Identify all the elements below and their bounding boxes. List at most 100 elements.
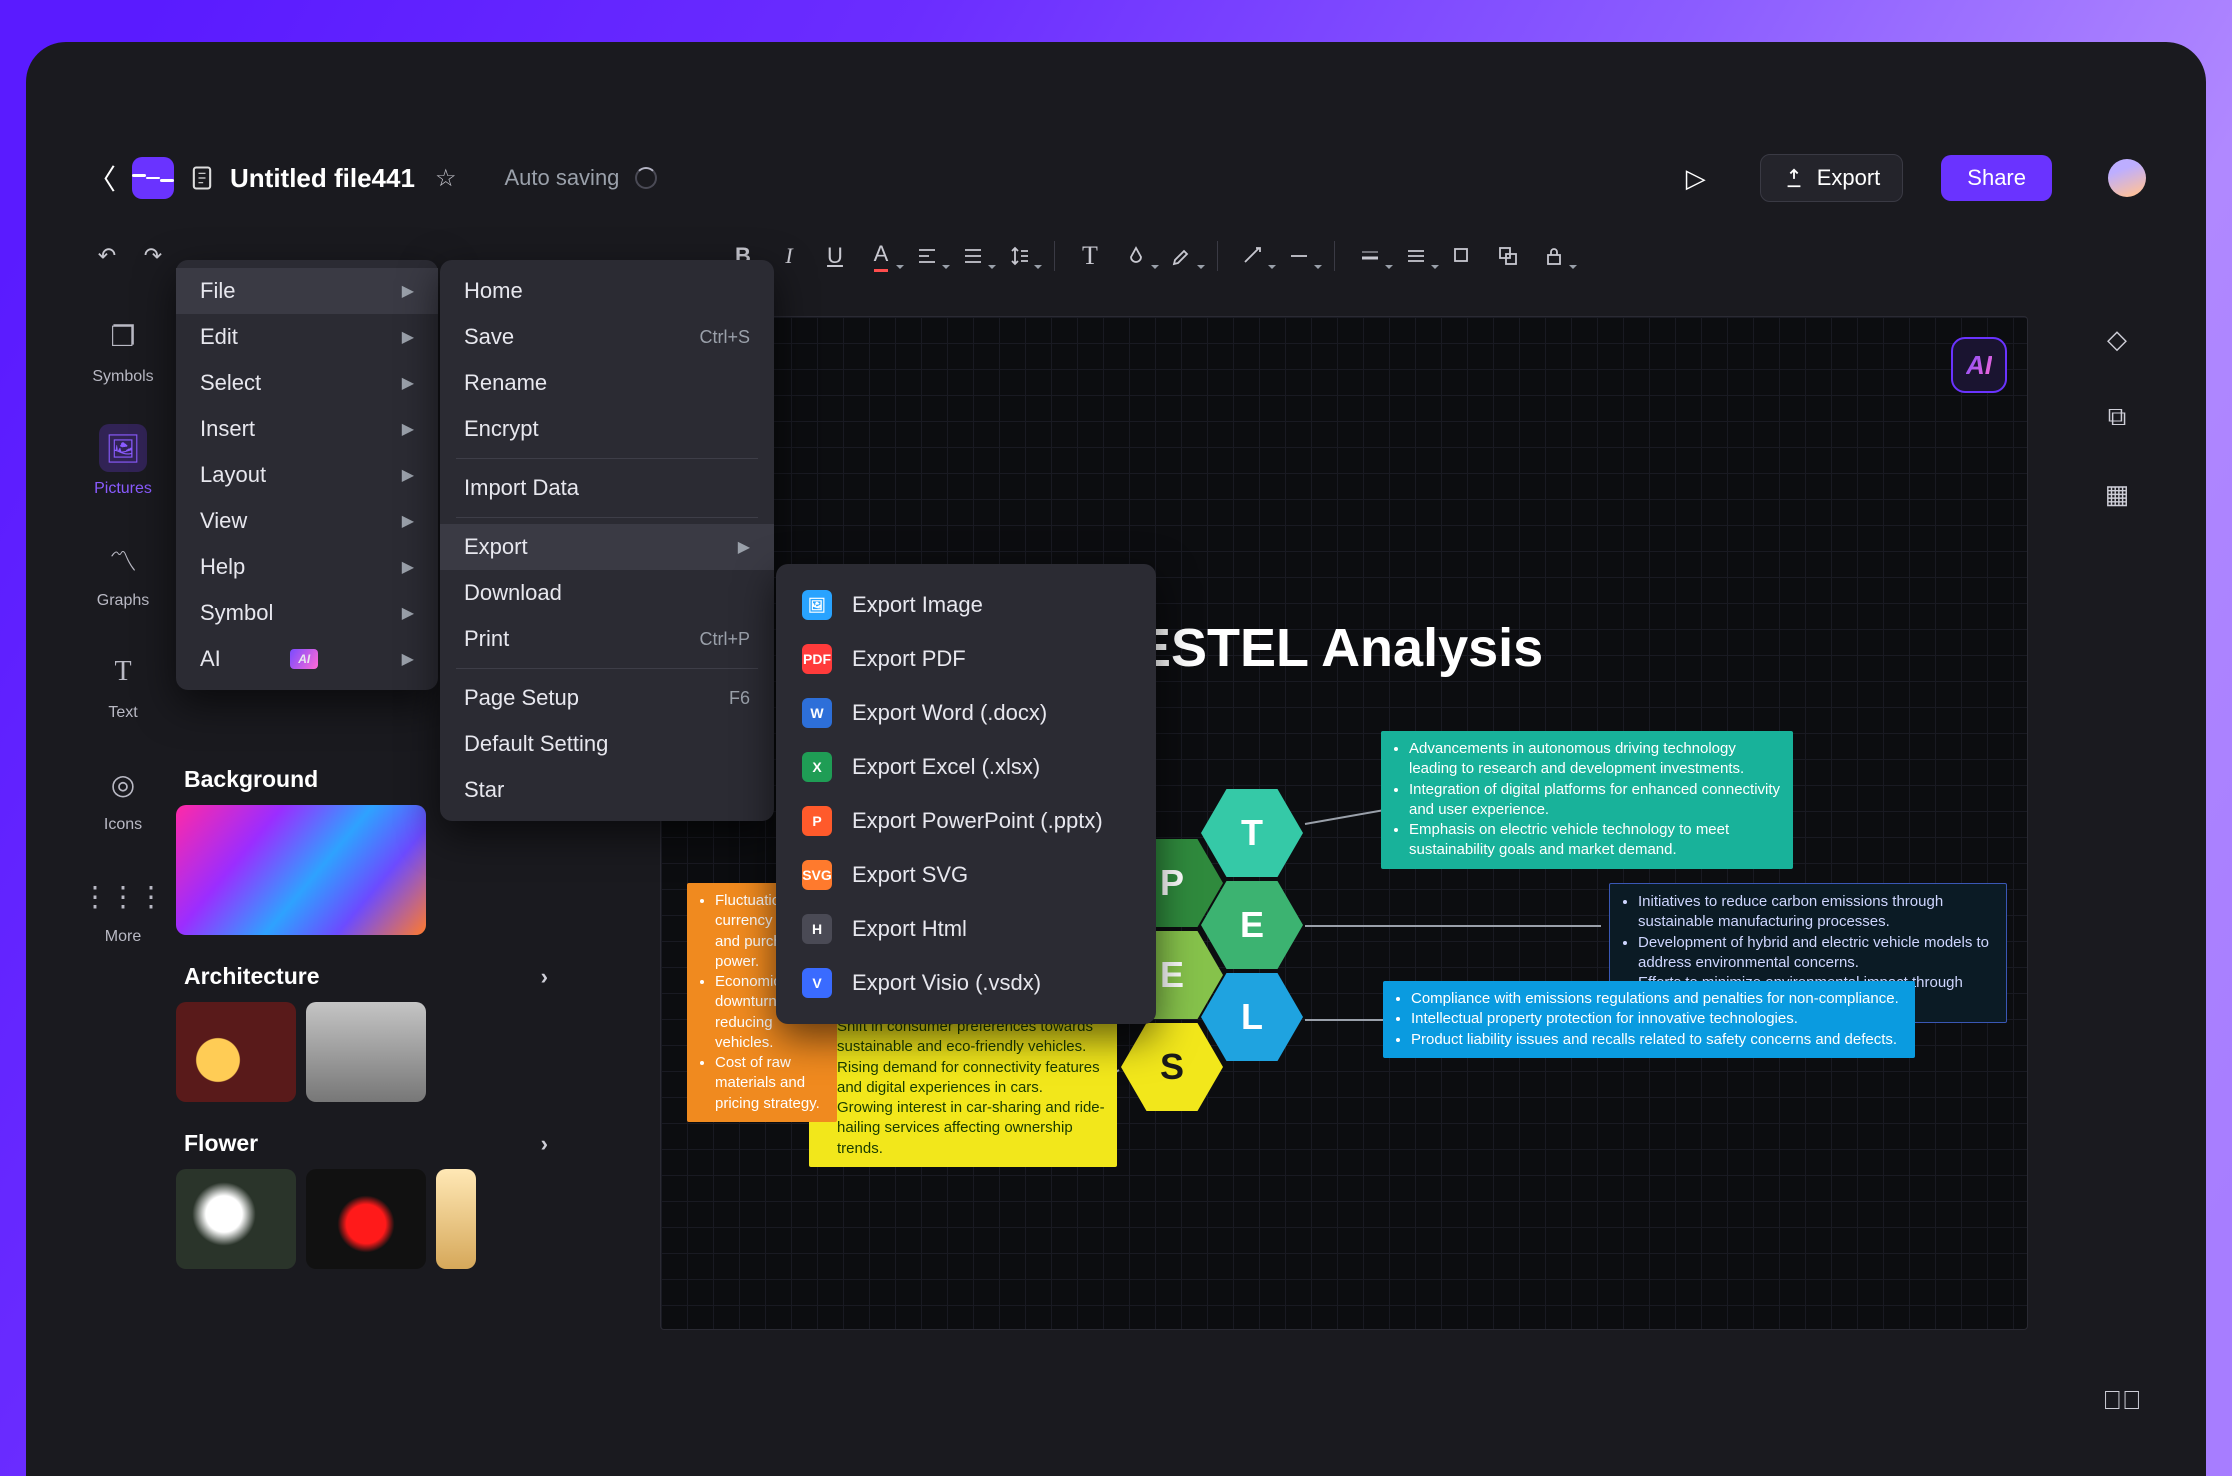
- list-item: Advancements in autonomous driving techn…: [1409, 739, 1781, 780]
- menu-item-select[interactable]: Select▶: [176, 360, 438, 406]
- menu-item-print[interactable]: PrintCtrl+P: [440, 616, 774, 662]
- copy-format-button[interactable]: [1441, 235, 1483, 277]
- favorite-button[interactable]: ☆: [435, 164, 457, 193]
- menu-item-label: Rename: [464, 370, 547, 396]
- menu-item-export-powerpoint-pptx-[interactable]: PExport PowerPoint (.pptx): [776, 794, 1156, 848]
- image-thumbnail[interactable]: [176, 1169, 296, 1269]
- sidebar-item-icons[interactable]: ◎ Icons: [99, 760, 147, 834]
- menu-item-rename[interactable]: Rename: [440, 360, 774, 406]
- image-thumbnail[interactable]: [176, 1002, 296, 1102]
- menu-item-label: File: [200, 278, 235, 304]
- user-avatar[interactable]: [2108, 159, 2146, 197]
- menu-item-default-setting[interactable]: Default Setting: [440, 721, 774, 767]
- sidebar-item-text[interactable]: T Text: [99, 648, 147, 722]
- menu-item-download[interactable]: Download: [440, 570, 774, 616]
- back-button[interactable]: 〈: [86, 162, 118, 194]
- align-h-button[interactable]: [906, 235, 948, 277]
- hex-technological[interactable]: T: [1201, 789, 1303, 877]
- sidebar-item-symbols[interactable]: ❐ Symbols: [92, 312, 153, 386]
- chevron-right-icon[interactable]: ›: [541, 1131, 548, 1157]
- note-legal[interactable]: Compliance with emissions regulations an…: [1383, 981, 1915, 1058]
- align-v-button[interactable]: [952, 235, 994, 277]
- image-thumbnail[interactable]: [306, 1169, 426, 1269]
- menu-item-file[interactable]: File▶: [176, 268, 438, 314]
- menu-item-export-image[interactable]: 🖼 Export Image: [776, 578, 1156, 632]
- lock-button[interactable]: [1533, 235, 1575, 277]
- chevron-right-icon: ▶: [402, 373, 414, 393]
- export-button[interactable]: Export: [1760, 154, 1904, 202]
- top-bar: 〈 Untitled file441 ☆ Auto saving ▷ Expor…: [86, 152, 2146, 204]
- main-menu-button[interactable]: [132, 157, 174, 199]
- section-title: Architecture: [184, 963, 319, 990]
- menu-item-star[interactable]: Star: [440, 767, 774, 813]
- duplicate-button[interactable]: [1487, 235, 1529, 277]
- img-file-icon: 🖼: [802, 590, 832, 620]
- menu-item-label: Insert: [200, 416, 255, 442]
- menu-item-label: Default Setting: [464, 731, 608, 757]
- menu-item-export[interactable]: Export▶: [440, 524, 774, 570]
- menu-item-label: Download: [464, 580, 562, 606]
- image-thumbnail[interactable]: [176, 805, 426, 935]
- menu-item-label: Export Image: [852, 592, 983, 618]
- menu-item-home[interactable]: Home: [440, 268, 774, 314]
- left-sidebar: ❐ Symbols 🖼 Pictures 〽 Graphs T Text ◎ I…: [86, 312, 160, 946]
- sidebar-item-more[interactable]: ⋮⋮⋮ More: [99, 872, 147, 946]
- menu-item-import-data[interactable]: Import Data: [440, 465, 774, 511]
- apps-panel-button[interactable]: ▦: [2105, 479, 2130, 510]
- autosave-status: Auto saving: [504, 165, 657, 191]
- line-spacing-button[interactable]: [998, 235, 1040, 277]
- share-button[interactable]: Share: [1941, 155, 2052, 201]
- menu-item-export-word-docx-[interactable]: WExport Word (.docx): [776, 686, 1156, 740]
- diagram-title[interactable]: PESTEL Analysis: [1099, 617, 1543, 679]
- menu-item-export-svg[interactable]: SVGExport SVG: [776, 848, 1156, 902]
- menu-item-encrypt[interactable]: Encrypt: [440, 406, 774, 452]
- sidebar-item-graphs[interactable]: 〽 Graphs: [97, 536, 149, 610]
- undo-button[interactable]: ↶: [86, 235, 128, 277]
- underline-button[interactable]: U: [814, 235, 856, 277]
- line-weight-button[interactable]: [1395, 235, 1437, 277]
- chevron-right-icon: ▶: [402, 649, 414, 669]
- layers-button[interactable]: ☰⃝: [2100, 1378, 2144, 1422]
- menu-item-export-excel-xlsx-[interactable]: XExport Excel (.xlsx): [776, 740, 1156, 794]
- text-tool-button[interactable]: T: [1069, 235, 1111, 277]
- note-social[interactable]: Shift in consumer preferences towards su…: [809, 1009, 1117, 1167]
- grid-icon: ⋮⋮⋮: [99, 872, 147, 920]
- menu-item-export-visio-vsdx-[interactable]: VExport Visio (.vsdx): [776, 956, 1156, 1010]
- chevron-right-icon[interactable]: ›: [541, 964, 548, 990]
- menu-item-export-pdf[interactable]: PDFExport PDF: [776, 632, 1156, 686]
- menu-item-insert[interactable]: Insert▶: [176, 406, 438, 452]
- menu-item-layout[interactable]: Layout▶: [176, 452, 438, 498]
- document-title[interactable]: Untitled file441: [230, 163, 415, 194]
- menu-item-view[interactable]: View ▶: [176, 498, 438, 544]
- highlight-button[interactable]: [1161, 235, 1203, 277]
- menu-item-export-html[interactable]: HExport Html: [776, 902, 1156, 956]
- menu-item-help[interactable]: Help▶: [176, 544, 438, 590]
- menu-item-save[interactable]: SaveCtrl+S: [440, 314, 774, 360]
- present-button[interactable]: ▷: [1678, 163, 1714, 194]
- connector-style-button[interactable]: [1232, 235, 1274, 277]
- menu-item-label: Home: [464, 278, 523, 304]
- list-item: Rising demand for connectivity features …: [837, 1058, 1105, 1099]
- menu-item-edit[interactable]: Edit▶: [176, 314, 438, 360]
- image-thumbnail[interactable]: [436, 1169, 476, 1269]
- insert-panel-button[interactable]: ⧉: [2108, 401, 2127, 433]
- style-panel-button[interactable]: ◇: [2107, 324, 2127, 355]
- sidebar-item-pictures[interactable]: 🖼 Pictures: [94, 424, 152, 498]
- menu-item-label: View: [200, 508, 247, 534]
- image-thumbnail[interactable]: [306, 1002, 426, 1102]
- chart-icon: 〽: [99, 536, 147, 584]
- hex-social[interactable]: S: [1121, 1023, 1223, 1111]
- menu-item-symbol[interactable]: Symbol▶: [176, 590, 438, 636]
- note-technological[interactable]: Advancements in autonomous driving techn…: [1381, 731, 1793, 869]
- chevron-right-icon: ▶: [402, 511, 414, 531]
- italic-button[interactable]: I: [768, 235, 810, 277]
- font-color-button[interactable]: A: [860, 235, 902, 277]
- menu-item-page-setup[interactable]: Page SetupF6: [440, 675, 774, 721]
- connector[interactable]: [1305, 925, 1601, 927]
- redo-button[interactable]: ↷: [132, 235, 174, 277]
- line-style-button[interactable]: [1278, 235, 1320, 277]
- stroke-width-button[interactable]: [1349, 235, 1391, 277]
- fill-color-button[interactable]: [1115, 235, 1157, 277]
- menu-item-ai[interactable]: AIAI▶: [176, 636, 438, 682]
- ai-badge[interactable]: AI: [1951, 337, 2007, 393]
